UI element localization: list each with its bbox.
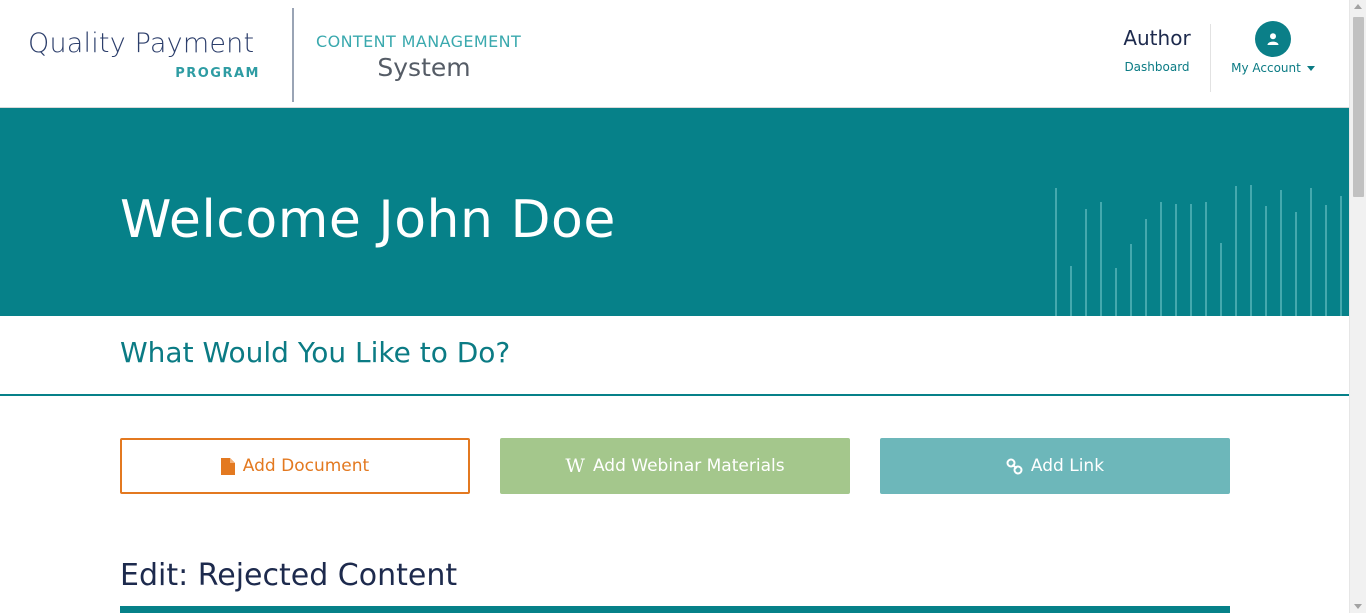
rejected-content-title: Edit: Rejected Content xyxy=(120,558,458,593)
user-icon[interactable] xyxy=(1255,21,1291,57)
my-account-label: My Account xyxy=(1231,61,1301,75)
section-title: What Would You Like to Do? xyxy=(120,336,511,369)
my-account-menu[interactable]: My Account xyxy=(1228,21,1318,76)
scroll-down-icon[interactable] xyxy=(1354,604,1362,609)
document-icon xyxy=(220,457,235,475)
nav-separator xyxy=(1210,24,1211,92)
scroll-up-icon[interactable] xyxy=(1354,4,1362,9)
section-divider xyxy=(0,394,1349,396)
add-webinar-materials-button[interactable]: W Add Webinar Materials xyxy=(500,438,850,494)
add-link-button[interactable]: Add Link xyxy=(880,438,1230,494)
add-link-label: Add Link xyxy=(1030,456,1105,476)
welcome-banner: Welcome John Doe xyxy=(0,108,1349,316)
page-scrollbar[interactable] xyxy=(1349,0,1366,613)
add-document-button[interactable]: Add Document xyxy=(120,438,470,494)
link-icon xyxy=(1006,458,1023,475)
site-header: Quality Payment PROGRAM CONTENT MANAGEME… xyxy=(0,0,1349,108)
logo-subtitle: PROGRAM xyxy=(175,66,260,81)
caret-down-icon xyxy=(1306,65,1315,71)
author-dashboard-nav[interactable]: Author Dashboard xyxy=(1122,26,1192,74)
page: Quality Payment PROGRAM CONTENT MANAGEME… xyxy=(0,0,1366,613)
scrollbar-thumb[interactable] xyxy=(1353,17,1364,197)
add-webinar-materials-label: Add Webinar Materials xyxy=(592,456,785,476)
author-role-label: Author xyxy=(1123,26,1191,50)
add-document-label: Add Document xyxy=(242,456,370,476)
welcome-heading: Welcome John Doe xyxy=(120,190,616,250)
rejected-content-table-header xyxy=(120,606,1230,613)
webinar-w-icon: W xyxy=(565,455,585,477)
logo-title: Quality Payment xyxy=(28,28,255,59)
logo-divider xyxy=(292,8,294,102)
cms-subtitle: System xyxy=(377,53,471,82)
dashboard-link[interactable]: Dashboard xyxy=(1122,60,1192,74)
my-account-dropdown[interactable]: My Account xyxy=(1231,61,1315,75)
cms-title: CONTENT MANAGEMENT xyxy=(316,32,522,51)
qpp-logo[interactable]: Quality Payment PROGRAM xyxy=(28,28,263,81)
cms-logo: CONTENT MANAGEMENT System xyxy=(316,32,546,82)
decorative-lines-graphic xyxy=(1055,185,1342,316)
